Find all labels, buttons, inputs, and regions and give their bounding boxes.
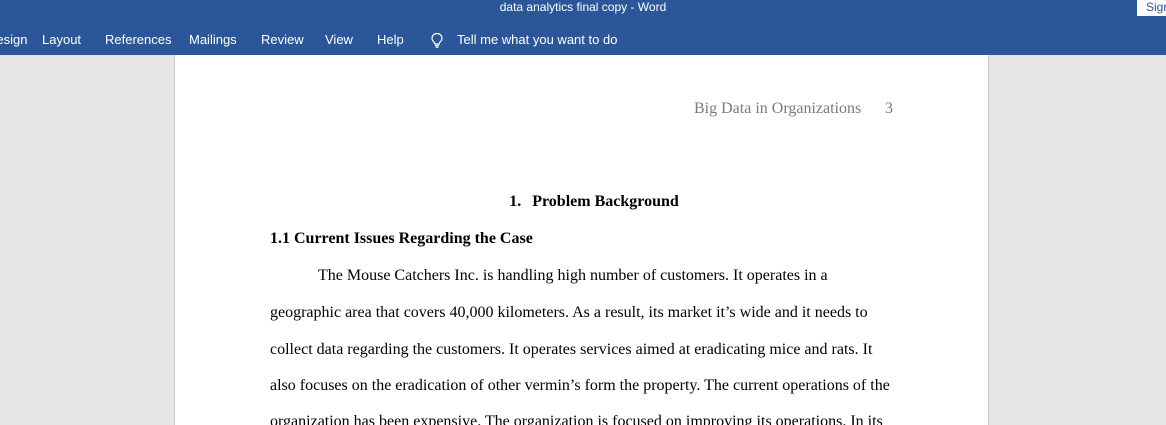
subheading-current-issues: 1.1 Current Issues Regarding the Case (270, 230, 533, 247)
heading-text: Problem Background (532, 193, 679, 210)
tell-me-label: Tell me what you want to do (457, 32, 618, 47)
window-title: data analytics final copy - Word (499, 0, 667, 14)
tab-review[interactable]: Review (261, 22, 304, 55)
document-page[interactable]: Big Data in Organizations 3 1. Problem Ba… (174, 55, 989, 425)
lightbulb-icon (431, 32, 443, 48)
sign-in-button[interactable]: Sign in (1137, 0, 1166, 16)
tab-help[interactable]: Help (377, 22, 404, 55)
tab-references[interactable]: References (105, 22, 171, 55)
title-bar: data analytics final copy - Word Sign in (0, 0, 1166, 22)
heading-number: 1. (509, 193, 522, 210)
paragraph-line: geographic area that covers 40,000 kilom… (270, 304, 868, 321)
heading-problem-background: 1. Problem Background (175, 193, 1013, 211)
ribbon-tabs: Design Layout References Mailings Review… (0, 22, 1166, 55)
page-header-title: Big Data in Organizations (694, 100, 862, 117)
tab-mailings[interactable]: Mailings (189, 22, 237, 55)
paragraph-line: collect data regarding the customers. It… (270, 341, 873, 358)
paragraph-line: also focuses on the eradication of other… (270, 377, 890, 394)
paragraph-line: organization has been expensive. The org… (270, 413, 883, 425)
tab-design[interactable]: Design (0, 22, 27, 55)
paragraph-line: The Mouse Catchers Inc. is handling high… (318, 267, 828, 284)
tab-layout[interactable]: Layout (42, 22, 81, 55)
tab-view[interactable]: View (325, 22, 353, 55)
page-number: 3 (885, 100, 893, 117)
